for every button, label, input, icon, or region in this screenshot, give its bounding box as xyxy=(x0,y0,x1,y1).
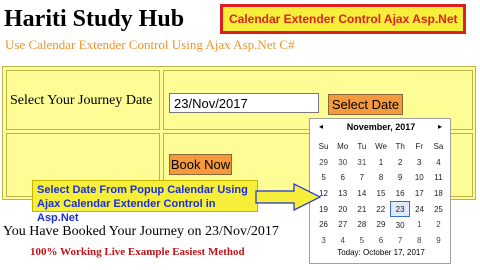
calendar-day[interactable]: 5 xyxy=(352,233,371,249)
booking-confirmation-text: You Have Booked Your Journey on 23/Nov/2… xyxy=(3,224,279,239)
calendar-day[interactable]: 9 xyxy=(429,233,448,249)
weekday-label: Th xyxy=(395,142,405,152)
calendar-day[interactable]: 29 xyxy=(371,217,390,233)
calendar-day[interactable]: 1 xyxy=(410,217,429,233)
calendar-day[interactable]: 7 xyxy=(352,170,371,186)
calendar-grid: Su Mo Tu We Th Fr Sa 29 30 31 1 2 3 4 5 … xyxy=(314,139,448,248)
calendar-day[interactable]: 8 xyxy=(371,170,390,186)
calendar-day[interactable]: 31 xyxy=(352,155,371,171)
weekday-label: Fr xyxy=(415,142,424,152)
calendar-day[interactable]: 28 xyxy=(352,217,371,233)
calendar-week-row: 5 6 7 8 9 10 11 xyxy=(314,170,448,186)
select-date-button[interactable]: Select Date xyxy=(328,94,403,115)
journey-label-cell: Select Your Journey Date xyxy=(6,70,160,130)
calendar-day[interactable]: 20 xyxy=(333,201,352,217)
calendar-day[interactable]: 2 xyxy=(391,155,410,171)
footer-tagline: 100% Working Live Example Easiest Method xyxy=(30,246,245,258)
weekday-label: Sa xyxy=(433,142,444,152)
calendar-week-row: 29 30 31 1 2 3 4 xyxy=(314,155,448,171)
calendar-day[interactable]: 10 xyxy=(410,170,429,186)
weekday-label: Tu xyxy=(357,142,367,152)
weekday-row: Su Mo Tu We Th Fr Sa xyxy=(314,139,448,155)
calendar-day[interactable]: 26 xyxy=(314,217,333,233)
calendar-today-link[interactable]: Today: October 17, 2017 xyxy=(310,248,452,257)
callout-arrow-icon xyxy=(255,183,322,211)
calendar-day[interactable]: 6 xyxy=(371,233,390,249)
calendar-day[interactable]: 1 xyxy=(371,155,390,171)
calendar-day[interactable]: 3 xyxy=(314,233,333,249)
calendar-day[interactable]: 30 xyxy=(333,155,352,171)
calendar-day-selected[interactable]: 23 xyxy=(390,200,411,218)
calendar-day[interactable]: 4 xyxy=(333,233,352,249)
calendar-day[interactable]: 7 xyxy=(391,233,410,249)
weekday-label: We xyxy=(375,142,387,152)
callout-box: Select Date From Popup Calendar Using Aj… xyxy=(32,180,258,224)
calendar-day[interactable]: 21 xyxy=(352,201,371,217)
chevron-right-icon[interactable]: ▸ xyxy=(438,122,442,131)
site-title: Hariti Study Hub xyxy=(4,6,185,32)
calendar-day[interactable]: 11 xyxy=(429,170,448,186)
page-subtitle: Use Calendar Extender Control Using Ajax… xyxy=(5,37,295,52)
calendar-day[interactable]: 17 xyxy=(410,186,429,202)
calendar-week-row: 3 4 5 6 7 8 9 xyxy=(314,233,448,249)
calendar-day[interactable]: 4 xyxy=(429,155,448,171)
calendar-day[interactable]: 2 xyxy=(429,217,448,233)
calendar-week-row: 26 27 28 29 30 1 2 xyxy=(314,217,448,233)
calendar-day[interactable]: 22 xyxy=(371,201,390,217)
calendar-month-title[interactable]: November, 2017 xyxy=(310,122,452,132)
calendar-day[interactable]: 27 xyxy=(333,217,352,233)
calendar-day[interactable]: 14 xyxy=(352,186,371,202)
calendar-day[interactable]: 29 xyxy=(314,155,333,171)
book-now-button[interactable]: Book Now xyxy=(169,154,232,175)
weekday-label: Mo xyxy=(337,142,349,152)
journey-date-input[interactable] xyxy=(169,93,319,113)
calendar-week-row: 19 20 21 22 23 24 25 xyxy=(314,200,448,218)
weekday-label: Su xyxy=(318,142,329,152)
calendar-day[interactable]: 30 xyxy=(391,217,410,233)
calendar-week-row: 12 13 14 15 16 17 18 xyxy=(314,186,448,202)
calendar-day[interactable]: 24 xyxy=(410,201,429,217)
calendar-day[interactable]: 25 xyxy=(429,201,448,217)
calendar-header: November, 2017 ◂ ▸ xyxy=(310,122,452,136)
calendar-day[interactable]: 16 xyxy=(391,186,410,202)
calendar-day[interactable]: 13 xyxy=(333,186,352,202)
calendar-day[interactable]: 8 xyxy=(410,233,429,249)
calendar-day[interactable]: 18 xyxy=(429,186,448,202)
calendar-day[interactable]: 15 xyxy=(371,186,390,202)
calendar-day[interactable]: 9 xyxy=(391,170,410,186)
calendar-day[interactable]: 6 xyxy=(333,170,352,186)
chevron-left-icon[interactable]: ◂ xyxy=(319,122,323,131)
page-banner: Calendar Extender Control Ajax Asp.Net xyxy=(220,4,466,34)
calendar-day[interactable]: 3 xyxy=(410,155,429,171)
calendar-popup: November, 2017 ◂ ▸ Su Mo Tu We Th Fr Sa … xyxy=(309,118,451,264)
journey-date-label: Select Your Journey Date xyxy=(10,93,153,108)
